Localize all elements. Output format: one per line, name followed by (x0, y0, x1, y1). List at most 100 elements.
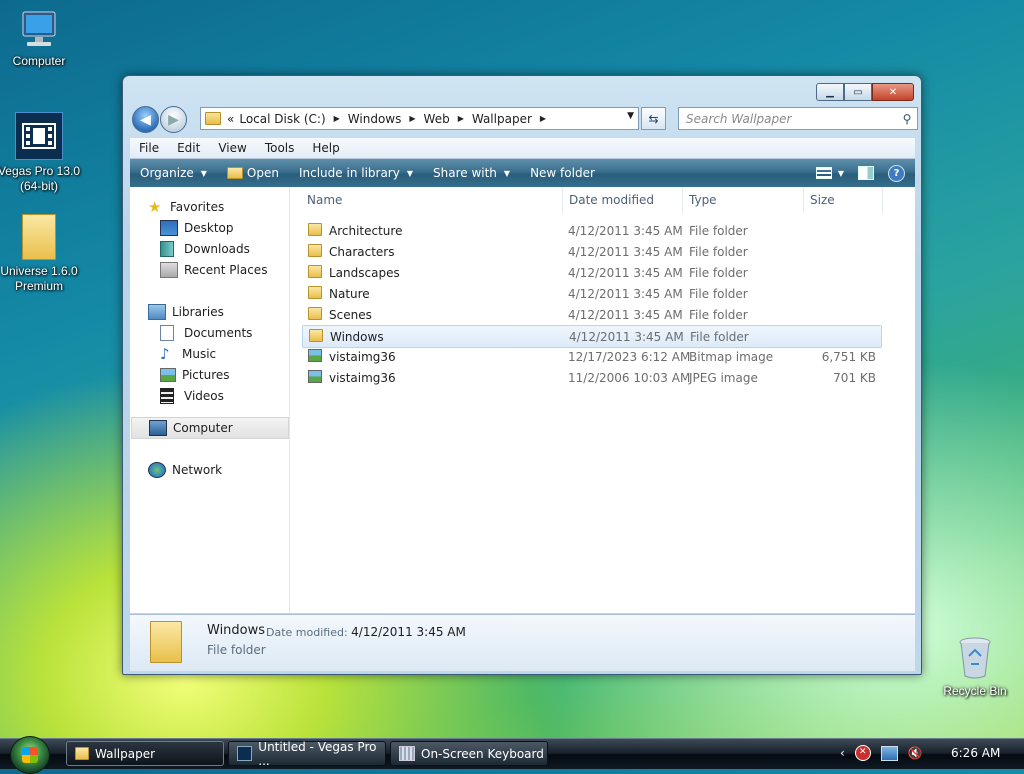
folder-icon (150, 621, 182, 663)
menu-file[interactable]: File (130, 141, 168, 155)
nav-label: Recent Places (184, 263, 268, 277)
volume-muted-icon[interactable]: 🔇 (908, 746, 923, 760)
file-date: 4/12/2011 3:45 AM (568, 244, 683, 259)
file-name: vistaimg36 (329, 370, 396, 385)
desktop-icon-label: Recycle Bin (943, 684, 1007, 698)
details-name: Windows (207, 623, 266, 638)
breadcrumb-web[interactable]: Web (424, 112, 450, 126)
details-date: Date modified: 4/12/2011 3:45 AM (266, 625, 466, 639)
file-list: Name Date modified Type Size Architectur… (290, 187, 915, 613)
desktop-icon-recycle-bin[interactable]: Recycle Bin (930, 636, 1020, 699)
column-label: Type (689, 193, 717, 207)
nav-favorites[interactable]: ★ Favorites (148, 197, 305, 217)
desktop-icon-vegas-pro[interactable]: Vegas Pro 13.0 (64-bit) (0, 112, 84, 194)
file-size: 6,751 KB (821, 349, 876, 364)
breadcrumb-wallpaper[interactable]: Wallpaper (472, 112, 532, 126)
breadcrumb-separator-icon[interactable]: ▶ (334, 114, 340, 123)
file-name: Landscapes (329, 265, 400, 280)
file-name: Windows (330, 329, 384, 344)
recycle-bin-icon (958, 636, 992, 680)
column-header-size[interactable]: Size (804, 187, 883, 213)
nav-label: Desktop (184, 221, 234, 235)
new-folder-button[interactable]: New folder (520, 166, 605, 180)
nav-network[interactable]: Network (148, 460, 305, 480)
breadcrumb-separator-icon[interactable]: ▶ (540, 114, 546, 123)
file-size: 701 KB (833, 370, 876, 385)
pictures-icon (160, 368, 176, 382)
column-header-date-modified[interactable]: Date modified (563, 187, 683, 213)
back-button[interactable]: ◀ (132, 106, 159, 133)
file-type: Bitmap image (689, 349, 774, 364)
taskbar-label: Wallpaper (95, 746, 156, 761)
desktop-icon-computer[interactable]: Computer (0, 10, 84, 69)
nav-label: Videos (184, 389, 224, 403)
file-type: File folder (689, 244, 748, 259)
file-date: 12/17/2023 6:12 AM (568, 349, 691, 364)
menu-edit[interactable]: Edit (168, 141, 209, 155)
file-row[interactable]: Scenes 4/12/2011 3:45 AM File folder (302, 304, 880, 325)
desktop-icon-universe[interactable]: Universe 1.6.0 Premium (0, 214, 84, 294)
menu-tools[interactable]: Tools (256, 141, 304, 155)
tray-expand-button[interactable]: ‹ (840, 746, 845, 760)
folder-icon (22, 214, 56, 260)
security-alert-icon[interactable]: ✕ (854, 745, 871, 761)
folder-icon (308, 223, 322, 236)
file-row[interactable]: Nature 4/12/2011 3:45 AM File folder (302, 283, 880, 304)
forward-button[interactable]: ▶ (160, 106, 187, 133)
file-row[interactable]: vistaimg36 11/2/2006 10:03 AM JPEG image… (302, 367, 880, 388)
help-icon[interactable]: ? (888, 164, 905, 182)
share-with-button[interactable]: Share with ▼ (423, 166, 520, 180)
address-dropdown-icon[interactable]: ▼ (627, 111, 634, 121)
search-icon[interactable]: ⚲ (897, 112, 917, 126)
menu-view[interactable]: View (209, 141, 255, 155)
search-input[interactable]: Search Wallpaper ⚲ (678, 107, 918, 130)
nav-label: Documents (184, 326, 253, 340)
column-header-name[interactable]: Name (290, 187, 563, 213)
keyboard-icon (399, 746, 415, 761)
network-icon[interactable] (880, 745, 898, 761)
minimize-button[interactable]: ▁ (816, 83, 844, 101)
explorer-window[interactable]: ▁ ▭ ✕ ◀ ▶ « Local Disk (C:) ▶ Windows ▶ … (122, 75, 922, 675)
clock[interactable]: 6:26 AM (951, 746, 1000, 760)
start-button[interactable] (10, 736, 50, 774)
folder-icon (75, 747, 89, 760)
nav-libraries[interactable]: Libraries (148, 302, 305, 322)
breadcrumb-separator-icon[interactable]: ▶ (409, 114, 415, 123)
desktop-icon-label: Vegas Pro 13.0 (64-bit) (0, 164, 81, 193)
file-row[interactable]: vistaimg36 12/17/2023 6:12 AM Bitmap ima… (302, 346, 880, 367)
organize-button[interactable]: Organize ▼ (130, 166, 217, 180)
taskbar-button-on-screen-keyboard[interactable]: On-Screen Keyboard (390, 741, 548, 766)
videos-icon (160, 388, 174, 404)
address-bar[interactable]: « Local Disk (C:) ▶ Windows ▶ Web ▶ Wall… (200, 107, 639, 130)
file-date: 4/12/2011 3:45 AM (569, 329, 684, 344)
desktop-icon-label: Universe 1.6.0 Premium (0, 264, 78, 293)
column-header-type[interactable]: Type (683, 187, 804, 213)
file-row[interactable]: Architecture 4/12/2011 3:45 AM File fold… (302, 220, 880, 241)
preview-pane-icon[interactable] (858, 166, 874, 180)
file-row[interactable]: Landscapes 4/12/2011 3:45 AM File folder (302, 262, 880, 283)
nav-computer[interactable]: Computer (131, 417, 289, 439)
taskbar-button-wallpaper[interactable]: Wallpaper (66, 741, 224, 766)
file-date: 4/12/2011 3:45 AM (568, 307, 683, 322)
navigation-pane: ★ Favorites Desktop Downloads Recent Plac… (130, 187, 290, 613)
breadcrumb-separator-icon[interactable]: ▶ (458, 114, 464, 123)
open-label: Open (246, 166, 279, 180)
breadcrumb-windows[interactable]: Windows (348, 112, 402, 126)
close-button[interactable]: ✕ (872, 83, 914, 101)
taskbar-button-vegas-pro[interactable]: Untitled - Vegas Pro ... (228, 740, 386, 768)
column-label: Name (307, 193, 343, 207)
refresh-button[interactable]: ⇆ (641, 107, 666, 130)
menu-help[interactable]: Help (303, 141, 348, 155)
maximize-button[interactable]: ▭ (844, 83, 872, 101)
include-in-library-button[interactable]: Include in library ▼ (289, 166, 423, 180)
file-row[interactable]: Characters 4/12/2011 3:45 AM File folder (302, 241, 880, 262)
caption-buttons: ▁ ▭ ✕ (816, 83, 914, 101)
breadcrumb-overflow[interactable]: « (227, 112, 234, 126)
open-button[interactable]: Open (217, 166, 289, 180)
view-options-icon[interactable]: ▼ (815, 167, 844, 179)
breadcrumb-local-disk[interactable]: Local Disk (C:) (239, 112, 325, 126)
computer-icon (17, 10, 61, 50)
desktop-icon-label: Computer (12, 54, 66, 68)
jpeg-image-icon (308, 370, 322, 383)
file-row-selected[interactable]: Windows 4/12/2011 3:45 AM File folder (302, 325, 882, 348)
